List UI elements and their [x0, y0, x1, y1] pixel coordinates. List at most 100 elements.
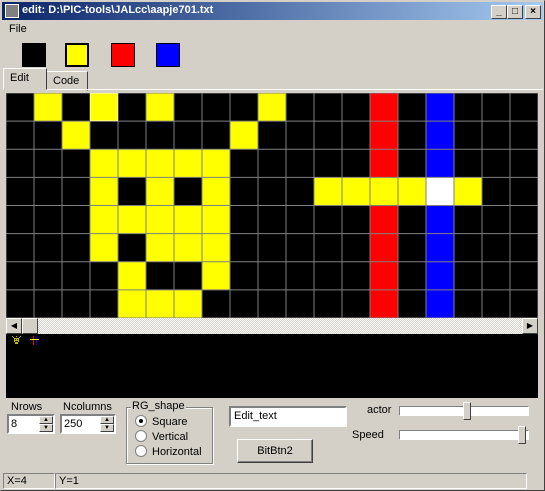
tab-code[interactable]: Code — [46, 71, 88, 91]
grid-cell[interactable] — [230, 233, 258, 262]
grid-cell[interactable] — [62, 93, 90, 122]
ncolumns-down-arrow-icon[interactable]: ▼ — [100, 424, 114, 432]
scroll-left-button[interactable]: ◀ — [6, 318, 22, 334]
grid-cell[interactable] — [370, 93, 398, 122]
grid-cell[interactable] — [146, 149, 174, 178]
grid-cell[interactable] — [314, 289, 342, 318]
grid-cell[interactable] — [258, 121, 286, 150]
grid-cell[interactable] — [258, 177, 286, 206]
edit-text-input[interactable]: Edit_text — [229, 406, 347, 427]
nrows-spinner[interactable]: 8 ▲ ▼ — [7, 414, 55, 434]
grid-cell[interactable] — [202, 149, 230, 178]
nrows-up-arrow-icon[interactable]: ▲ — [39, 416, 53, 424]
grid-cell[interactable] — [174, 121, 202, 150]
horizontal-scrollbar[interactable]: ◀ ▶ — [6, 318, 538, 334]
grid-cell[interactable] — [6, 177, 34, 206]
radio-vertical[interactable]: Vertical — [135, 430, 188, 443]
grid-cell[interactable] — [230, 261, 258, 290]
grid-cell[interactable] — [482, 205, 510, 234]
grid-cell[interactable] — [90, 205, 118, 234]
grid-cell[interactable] — [426, 121, 454, 150]
grid-cell[interactable] — [202, 289, 230, 318]
grid-cell[interactable] — [454, 121, 482, 150]
grid-cell[interactable] — [426, 289, 454, 318]
grid-cell[interactable] — [62, 261, 90, 290]
swatch-red[interactable] — [111, 43, 135, 67]
scroll-right-button[interactable]: ▶ — [522, 318, 538, 334]
grid-cell[interactable] — [6, 149, 34, 178]
grid-cell[interactable] — [174, 233, 202, 262]
grid-cell[interactable] — [202, 233, 230, 262]
grid-cell[interactable] — [286, 93, 314, 122]
grid-cell[interactable] — [426, 261, 454, 290]
grid-cell[interactable] — [230, 121, 258, 150]
grid-cell[interactable] — [202, 261, 230, 290]
grid-cell[interactable] — [90, 289, 118, 318]
nrows-value[interactable]: 8 — [11, 418, 17, 430]
grid-cell[interactable] — [230, 289, 258, 318]
grid-cell[interactable] — [258, 233, 286, 262]
grid-cell[interactable] — [286, 289, 314, 318]
grid-cell[interactable] — [174, 261, 202, 290]
factor-slider[interactable] — [399, 402, 529, 420]
grid-cell[interactable] — [90, 121, 118, 150]
grid-cell[interactable] — [118, 233, 146, 262]
radio-horizontal-dot[interactable] — [135, 445, 147, 457]
grid-cell[interactable] — [286, 149, 314, 178]
grid-cell[interactable] — [342, 149, 370, 178]
grid-cell[interactable] — [34, 93, 62, 122]
grid-cell[interactable] — [62, 233, 90, 262]
grid-cell[interactable] — [34, 261, 62, 290]
grid-cell[interactable] — [454, 93, 482, 122]
pixel-grid-canvas[interactable] — [6, 93, 538, 318]
grid-cell[interactable] — [230, 93, 258, 122]
maximize-button[interactable]: □ — [507, 5, 523, 19]
grid-cell[interactable] — [202, 205, 230, 234]
grid-cell[interactable] — [370, 177, 398, 206]
grid-cell[interactable] — [510, 261, 538, 290]
grid-cell[interactable] — [314, 93, 342, 122]
grid-cell[interactable] — [314, 233, 342, 262]
grid-cell[interactable] — [286, 205, 314, 234]
grid-cell[interactable] — [118, 261, 146, 290]
ncolumns-up-arrow-icon[interactable]: ▲ — [100, 416, 114, 424]
grid-cell[interactable] — [202, 177, 230, 206]
tab-edit[interactable]: Edit — [3, 68, 47, 90]
grid-cell[interactable] — [62, 177, 90, 206]
grid-cell[interactable] — [90, 233, 118, 262]
ncolumns-value[interactable]: 250 — [64, 418, 82, 430]
grid-cell[interactable] — [314, 177, 342, 206]
grid-cell[interactable] — [342, 289, 370, 318]
grid-cell[interactable] — [342, 233, 370, 262]
grid-cell[interactable] — [454, 205, 482, 234]
grid-cell[interactable] — [6, 205, 34, 234]
grid-cell[interactable] — [62, 149, 90, 178]
grid-cell[interactable] — [258, 261, 286, 290]
grid-cell[interactable] — [454, 233, 482, 262]
grid-cell[interactable] — [342, 121, 370, 150]
grid-cell[interactable] — [6, 261, 34, 290]
close-button[interactable]: × — [525, 5, 541, 19]
grid-cell[interactable] — [62, 205, 90, 234]
ncolumns-spinner[interactable]: 250 ▲ ▼ — [60, 414, 116, 434]
grid-cell[interactable] — [258, 289, 286, 318]
grid-cell[interactable] — [286, 177, 314, 206]
grid-cell[interactable] — [146, 205, 174, 234]
radio-vertical-dot[interactable] — [135, 430, 147, 442]
grid-cell[interactable] — [510, 121, 538, 150]
grid-cell[interactable] — [258, 93, 286, 122]
grid-cell[interactable] — [342, 261, 370, 290]
grid-cell[interactable] — [398, 261, 426, 290]
grid-cell[interactable] — [34, 233, 62, 262]
grid-cell[interactable] — [90, 93, 118, 122]
grid-cell[interactable] — [510, 149, 538, 178]
grid-cell[interactable] — [146, 177, 174, 206]
grid-cell[interactable] — [90, 149, 118, 178]
grid-cell[interactable] — [398, 177, 426, 206]
grid-cell[interactable] — [510, 93, 538, 122]
grid-cell[interactable] — [370, 205, 398, 234]
grid-cell[interactable] — [90, 261, 118, 290]
grid-cell[interactable] — [314, 261, 342, 290]
grid-cell[interactable] — [34, 121, 62, 150]
grid-cell[interactable] — [510, 205, 538, 234]
